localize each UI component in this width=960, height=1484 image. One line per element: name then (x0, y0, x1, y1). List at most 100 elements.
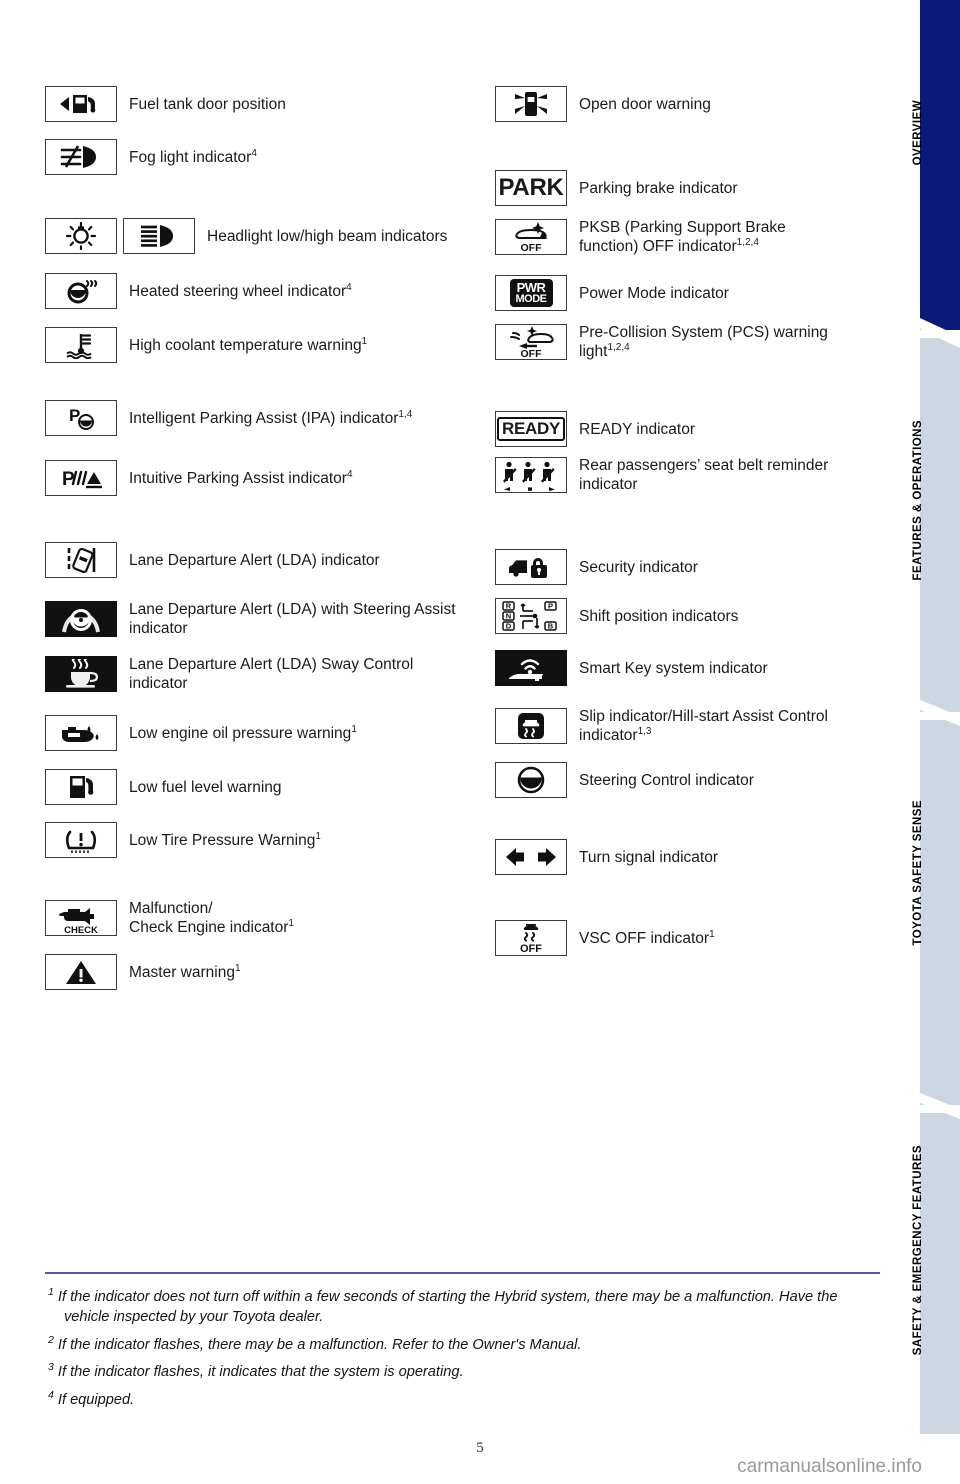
indicator-label: Pre-Collision System (PCS) warning light… (579, 324, 828, 360)
footnote-list: 1 If the indicator does not turn off wit… (48, 1282, 883, 1412)
indicator-row-rear-seat-belt-reminder: Rear passengers’ seat belt reminder indi… (495, 456, 829, 494)
indicator-row-lda-sway-control: Lane Departure Alert (LDA) Sway Control … (45, 655, 464, 693)
indicator-row-smart-key: Smart Key system indicator (495, 650, 768, 686)
fuel-tank-door-icon (45, 86, 117, 122)
indicator-label: Low engine oil pressure warning1 (129, 723, 357, 742)
footnote-item: 3 If the indicator flashes, it indicates… (48, 1361, 464, 1381)
indicator-row-lda-steering-assist: Lane Departure Alert (LDA) with Steering… (45, 600, 459, 638)
indicator-label: Turn signal indicator (579, 848, 718, 866)
turn-signal-icon (495, 839, 567, 875)
smart-key-system-icon (495, 650, 567, 686)
tab-label-emergency: SAFETY & EMERGENCY FEATURES (912, 1145, 924, 1356)
indicator-row-pksb-off: OFF PKSB (Parking Support Brake function… (495, 218, 847, 256)
off-text: OFF (521, 242, 543, 254)
shift-r-text: R (506, 602, 512, 611)
tab-label-safety-sense: TOYOTA SAFETY SENSE (912, 800, 924, 946)
shift-d-text: D (506, 622, 512, 631)
indicator-label: Rear passengers’ seat belt reminder indi… (579, 457, 829, 493)
indicator-label: READY indicator (579, 420, 696, 438)
tab-band-safety-sense[interactable] (920, 720, 960, 1105)
headlight-low-beam-icon (45, 218, 117, 254)
indicator-label: Power Mode indicator (579, 284, 729, 302)
low-tire-pressure-icon (45, 822, 117, 858)
indicator-label: Intuitive Parking Assist indicator4 (129, 468, 353, 487)
power-mode-icon: PWR MODE (495, 275, 567, 311)
indicator-label: Malfunction/ Check Engine indicator1 (129, 900, 294, 936)
parking-brake-icon: PARK (495, 170, 567, 206)
shift-p-text: P (548, 602, 553, 611)
ready-text: READY (496, 417, 565, 441)
indicator-label: Parking brake indicator (579, 179, 738, 197)
indicator-label: Fuel tank door position (129, 95, 286, 113)
ready-indicator-icon: READY (495, 411, 567, 447)
tab-label-features: FEATURES & OPERATIONS (912, 420, 924, 581)
indicator-row-master-warning: Master warning1 (45, 954, 241, 990)
check-engine-text: CHECK (64, 925, 98, 935)
watermark: carmanualsonline.info (737, 1456, 922, 1477)
indicator-label: Master warning1 (129, 962, 241, 981)
indicator-label: Open door warning (579, 95, 711, 113)
indicator-row-lane-departure-alert: Lane Departure Alert (LDA) indicator (45, 542, 380, 578)
tab-band-emergency[interactable] (920, 1113, 960, 1434)
indicator-label: Headlight low/high beam indicators (207, 227, 448, 245)
headlight-high-beam-icon (123, 218, 195, 254)
indicator-row-power-mode: PWR MODE Power Mode indicator (495, 275, 729, 311)
check-engine-icon: CHECK (45, 900, 117, 936)
indicator-row-shift-position: R N D P B Shift position indicators (495, 598, 738, 634)
lane-departure-alert-icon (45, 542, 117, 578)
footnote-item: 1 If the indicator does not turn off wit… (48, 1286, 838, 1326)
indicator-row-pre-collision-system: OFF Pre-Collision System (PCS) warning l… (495, 323, 839, 361)
indicator-label: Fog light indicator4 (129, 147, 257, 166)
indicator-row-intelligent-parking-assist: P Intelligent Parking Assist (IPA) indic… (45, 400, 412, 436)
pre-collision-system-off-icon: OFF (495, 324, 567, 360)
indicator-label: Lane Departure Alert (LDA) with Steering… (129, 601, 456, 637)
indicator-row-steering-control: Steering Control indicator (495, 762, 754, 798)
lda-sway-control-icon (45, 656, 117, 692)
fog-light-icon (45, 139, 117, 175)
indicator-label: Smart Key system indicator (579, 659, 768, 677)
indicator-label: Lane Departure Alert (LDA) indicator (129, 551, 380, 569)
lda-steering-assist-icon (45, 601, 117, 637)
shift-b-text: B (548, 622, 554, 631)
indicator-label: High coolant temperature warning1 (129, 335, 368, 354)
indicator-row-fuel-tank-door: Fuel tank door position (45, 86, 286, 122)
indicator-label: Low fuel level warning (129, 778, 282, 796)
indicator-row-low-fuel-level: Low fuel level warning (45, 769, 282, 805)
pksb-off-icon: OFF (495, 219, 567, 255)
security-indicator-icon (495, 549, 567, 585)
indicator-row-intuitive-parking-assist: P Intuitive Parking Assist indicator4 (45, 460, 353, 496)
high-coolant-temperature-icon (45, 327, 117, 363)
low-engine-oil-pressure-icon (45, 715, 117, 751)
indicator-row-low-tire-pressure: Low Tire Pressure Warning1 (45, 822, 321, 858)
indicator-label: PKSB (Parking Support Brake function) OF… (579, 219, 786, 255)
indicator-label: Intelligent Parking Assist (IPA) indicat… (129, 408, 413, 427)
indicator-row-open-door-warning: Open door warning (495, 86, 711, 122)
tab-band-overview[interactable] (920, 0, 960, 330)
indicator-label: Heated steering wheel indicator4 (129, 281, 352, 300)
page-number: 5 (476, 1440, 484, 1456)
shift-n-text: N (506, 612, 511, 621)
low-fuel-level-icon (45, 769, 117, 805)
footnote-item: 4 If equipped. (48, 1388, 135, 1408)
intuitive-parking-assist-icon: P (45, 460, 117, 496)
indicator-label: VSC OFF indicator1 (579, 928, 715, 947)
vsc-off-icon: OFF (495, 920, 567, 956)
indicator-row-check-engine: CHECK Malfunction/ Check Engine indicato… (45, 899, 294, 937)
slip-hill-start-assist-icon (495, 708, 567, 744)
indicator-label: Low Tire Pressure Warning1 (129, 830, 321, 849)
mode-text: MODE (515, 293, 548, 305)
indicator-row-high-coolant-temp: High coolant temperature warning1 (45, 327, 367, 363)
steering-control-icon (495, 762, 567, 798)
indicator-label: Steering Control indicator (579, 771, 754, 789)
indicator-label: Slip indicator/Hill-start Assist Control… (579, 708, 828, 744)
footnote-item: 2 If the indicator flashes, there may be… (48, 1333, 582, 1353)
park-text: PARK (498, 174, 564, 201)
indicator-row-vsc-off: OFF VSC OFF indicator1 (495, 920, 715, 956)
rear-seat-belt-reminder-icon (495, 457, 567, 493)
tab-band-features[interactable] (920, 338, 960, 712)
indicator-row-slip-hill-start: Slip indicator/Hill-start Assist Control… (495, 707, 829, 745)
indicator-label: Security indicator (579, 558, 698, 576)
off-text: OFF (520, 943, 542, 955)
indicator-row-turn-signal: Turn signal indicator (495, 839, 718, 875)
heated-steering-wheel-icon (45, 273, 117, 309)
